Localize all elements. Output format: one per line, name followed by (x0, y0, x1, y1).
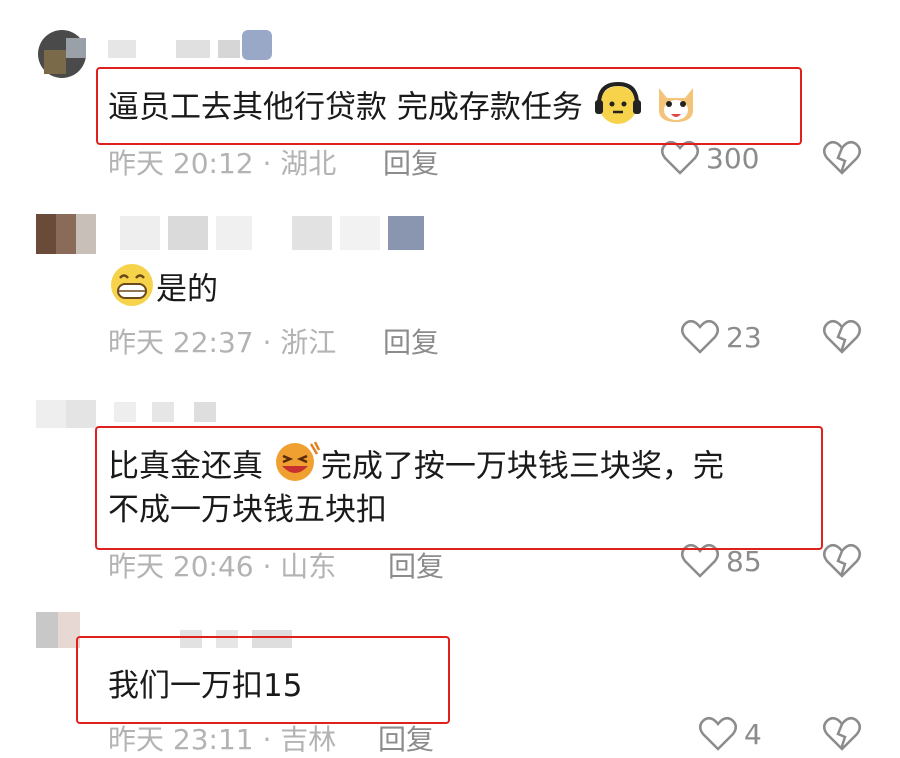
reply-button[interactable]: 回复 (378, 718, 434, 758)
like-count: 300 (706, 141, 760, 175)
comment-item: 是的 昨天 22:37 · 浙江 回复 23 (0, 190, 900, 380)
comment-meta: 昨天 23:11 · 吉林 (108, 723, 337, 756)
comment-text: 我们一万扣15 (108, 668, 303, 704)
comment-item: 逼员工去其他行贷款 完成存款任务 昨天 20:12 · 湖北 回复 300 (0, 0, 900, 190)
reply-button[interactable]: 回复 (383, 321, 439, 361)
comment-text: 逼员工去其他行贷款 完成存款任务 (108, 80, 699, 138)
comment-item: 比真金还真 完成了按一万块钱三块奖，完 不成一万块钱五块扣 昨天 20:46 ·… (0, 380, 900, 600)
comment-text-line-2: 不成一万块钱五块扣 (108, 492, 387, 528)
broken-heart-icon (823, 716, 861, 751)
avatar[interactable] (36, 30, 92, 78)
reply-button[interactable]: 回复 (388, 545, 444, 585)
like-count: 4 (744, 717, 762, 751)
like-button[interactable]: 300 (660, 140, 759, 176)
comment-meta: 昨天 20:12 · 湖北 (108, 147, 337, 180)
grin-emoji (108, 262, 156, 320)
heart-outline-icon (681, 319, 719, 354)
reply-button[interactable]: 回复 (383, 142, 439, 182)
comment-text-content: 是的 (156, 271, 218, 308)
username-blurred[interactable] (180, 630, 292, 648)
heart-outline-icon (699, 716, 737, 751)
avatar[interactable] (36, 214, 96, 254)
broken-heart-icon (823, 140, 861, 175)
like-button[interactable]: 23 (680, 319, 762, 355)
like-count: 85 (726, 544, 762, 578)
dislike-button[interactable] (822, 716, 862, 756)
like-button[interactable]: 4 (698, 716, 762, 752)
dislike-button[interactable] (822, 319, 862, 359)
like-count: 23 (726, 320, 762, 354)
broken-heart-icon (823, 319, 861, 354)
comment-text-content: 比真金还真 (108, 448, 263, 485)
username-blurred[interactable] (114, 402, 216, 422)
comment-text-content-cont: 完成了按一万块钱三块奖，完 (320, 448, 724, 485)
dislike-button[interactable] (822, 543, 862, 583)
comment-text: 是的 (108, 262, 218, 320)
avatar[interactable] (36, 400, 96, 428)
dog-face-emoji (653, 80, 699, 138)
broken-heart-icon (823, 543, 861, 578)
comment-item: 我们一万扣15 昨天 23:11 · 吉林 回复 4 (0, 600, 900, 756)
comment-text-content: 逼员工去其他行贷款 完成存款任务 (108, 89, 583, 126)
username-blurred[interactable] (120, 216, 424, 250)
like-button[interactable]: 85 (680, 543, 762, 579)
comment-meta: 昨天 20:46 · 山东 (108, 550, 337, 583)
heart-outline-icon (681, 543, 719, 578)
comment-meta: 昨天 22:37 · 浙江 (108, 326, 337, 359)
heart-outline-icon (661, 140, 699, 175)
headphone-face-emoji (593, 80, 643, 138)
avatar[interactable] (36, 612, 80, 648)
avatar-image (38, 30, 86, 78)
username-blurred[interactable] (108, 30, 272, 60)
dislike-button[interactable] (822, 140, 862, 180)
